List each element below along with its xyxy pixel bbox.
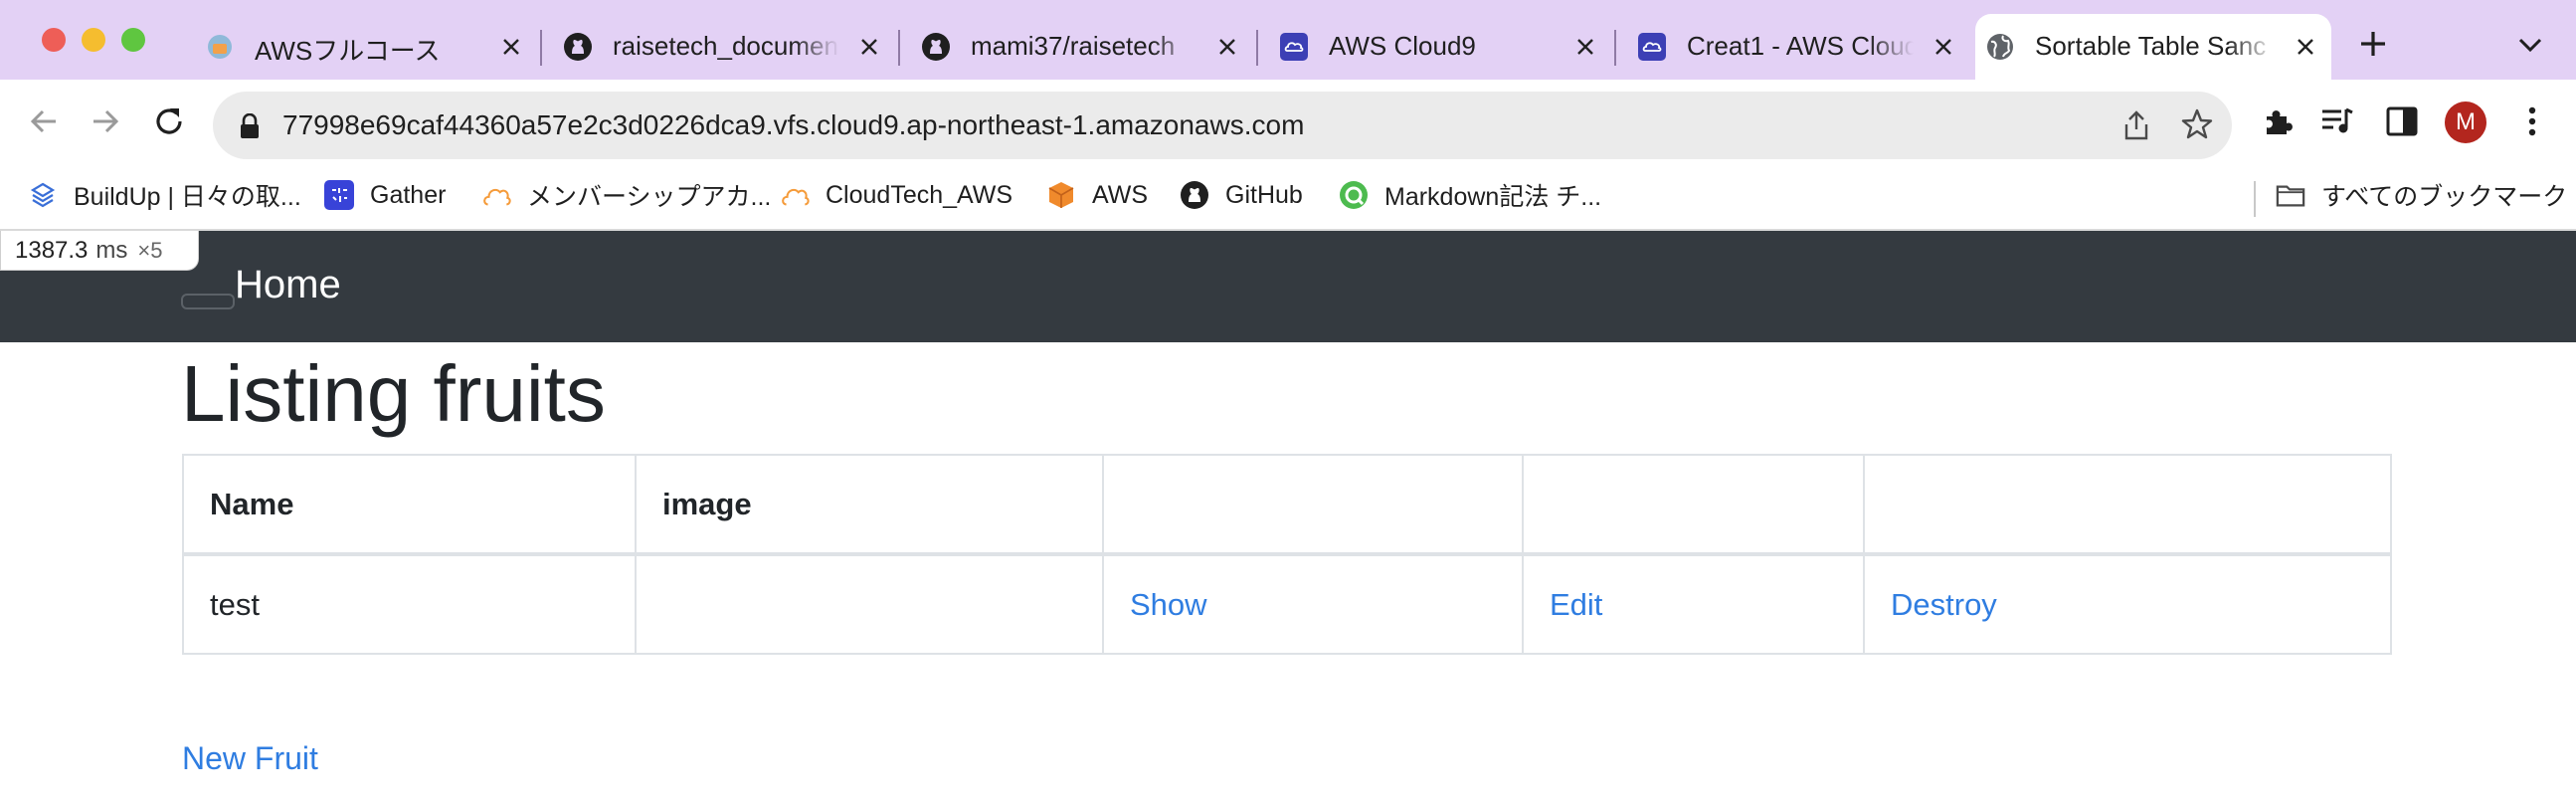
bookmark-item[interactable]: AWS bbox=[1046, 175, 1148, 215]
tab-title: Sortable Table Sanc bbox=[2035, 31, 2267, 61]
close-icon[interactable] bbox=[497, 33, 525, 61]
forward-arrow-icon[interactable] bbox=[86, 101, 125, 141]
cell-edit: Edit bbox=[1522, 553, 1865, 655]
column-header-show bbox=[1102, 454, 1524, 556]
page-title: Listing fruits bbox=[181, 349, 606, 438]
close-icon[interactable] bbox=[855, 33, 883, 61]
close-icon[interactable] bbox=[1571, 33, 1599, 61]
render-timing-badge: 1387.3 ms ×5 bbox=[0, 231, 199, 271]
folder-icon bbox=[2276, 180, 2305, 210]
fruits-table: Name image test Show Edit Destroy bbox=[182, 454, 2392, 655]
timing-value: 1387.3 bbox=[15, 236, 89, 264]
profile-avatar[interactable]: M bbox=[2445, 101, 2486, 143]
destroy-link[interactable]: Destroy bbox=[1891, 587, 1997, 622]
close-icon[interactable] bbox=[1213, 33, 1241, 61]
buildup-icon bbox=[28, 180, 58, 210]
tab-title: AWS Cloud9 bbox=[1329, 31, 1476, 61]
cell-show: Show bbox=[1102, 553, 1524, 655]
close-icon[interactable] bbox=[1930, 33, 1957, 61]
close-icon[interactable] bbox=[2292, 33, 2319, 61]
chevron-down-icon[interactable] bbox=[2514, 32, 2546, 58]
tab-title: AWSフルコース bbox=[255, 36, 441, 66]
browser-tab[interactable]: raisetech_documen bbox=[553, 14, 895, 80]
aws-course-icon bbox=[205, 32, 235, 62]
all-bookmarks-folder[interactable]: すべてのブックマーク bbox=[2276, 175, 2567, 215]
new-fruit-link[interactable]: New Fruit bbox=[182, 740, 318, 777]
column-header-destroy bbox=[1863, 454, 2392, 556]
tab-title: Creat1 - AWS Cloud bbox=[1687, 31, 1914, 61]
github-icon bbox=[1180, 180, 1209, 210]
gather-icon bbox=[324, 180, 354, 210]
bookmark-item[interactable]: Gather bbox=[324, 175, 446, 215]
cell-destroy: Destroy bbox=[1863, 553, 2392, 655]
cell-image bbox=[635, 553, 1104, 655]
table-row: test Show Edit Destroy bbox=[182, 553, 2392, 655]
star-icon[interactable] bbox=[2180, 107, 2214, 146]
column-header-name: Name bbox=[182, 454, 637, 556]
globe-icon bbox=[1985, 32, 2015, 62]
column-header-image: image bbox=[635, 454, 1104, 556]
window-zoom-button[interactable] bbox=[121, 28, 145, 52]
show-link[interactable]: Show bbox=[1130, 587, 1207, 622]
nav-home-link[interactable]: Home bbox=[235, 263, 341, 307]
cloud9-icon bbox=[1637, 32, 1667, 62]
bookmark-item[interactable]: Markdown記法 チ... bbox=[1339, 175, 1601, 215]
cloud9-icon bbox=[1279, 32, 1309, 62]
browser-toolbar: 77998e69caf44360a57e2c3d0226dca9.vfs.clo… bbox=[0, 80, 2576, 167]
browser-tab[interactable]: AWSフルコース bbox=[195, 14, 537, 80]
address-bar[interactable]: 77998e69caf44360a57e2c3d0226dca9.vfs.clo… bbox=[213, 92, 2232, 159]
tab-separator bbox=[1614, 30, 1616, 66]
timing-multiplier: ×5 bbox=[137, 237, 163, 263]
bookmarks-bar: BuildUp | 日々の取... Gather メンバーシップアカ... Cl… bbox=[0, 167, 2576, 231]
url-text[interactable]: 77998e69caf44360a57e2c3d0226dca9.vfs.clo… bbox=[282, 109, 1304, 141]
edit-link[interactable]: Edit bbox=[1550, 587, 1602, 622]
github-icon bbox=[921, 32, 951, 62]
browser-tab[interactable]: mami37/raisetech bbox=[911, 14, 1253, 80]
share-icon[interactable] bbox=[2122, 109, 2150, 146]
tab-strip: AWSフルコース raisetech_documen mami37/raiset… bbox=[0, 0, 2576, 80]
aws-cube-icon bbox=[1046, 180, 1076, 210]
cloud-outline-icon bbox=[780, 180, 810, 210]
browser-tab-active[interactable]: Sortable Table Sanc bbox=[1975, 14, 2331, 80]
cell-name: test bbox=[182, 553, 637, 655]
media-queue-icon[interactable] bbox=[2317, 101, 2357, 141]
table-header-row: Name image bbox=[182, 454, 2392, 556]
side-panel-icon[interactable] bbox=[2382, 101, 2422, 141]
tab-separator bbox=[1256, 30, 1258, 66]
browser-tab[interactable]: AWS Cloud9 bbox=[1269, 14, 1611, 80]
new-tab-plus-icon[interactable] bbox=[2357, 28, 2389, 60]
site-navbar: Home bbox=[0, 231, 2576, 342]
bookmark-item[interactable]: BuildUp | 日々の取... bbox=[28, 175, 301, 215]
window-close-button[interactable] bbox=[42, 28, 66, 52]
extensions-puzzle-icon[interactable] bbox=[2258, 101, 2298, 141]
window-minimize-button[interactable] bbox=[82, 28, 105, 52]
more-vertical-icon[interactable] bbox=[2512, 101, 2552, 141]
tab-title: raisetech_documen bbox=[613, 31, 838, 61]
tab-separator bbox=[540, 30, 542, 66]
tab-title: mami37/raisetech bbox=[971, 31, 1176, 61]
timing-unit: ms bbox=[95, 236, 128, 264]
bookmark-item[interactable]: GitHub bbox=[1180, 175, 1303, 215]
navbar-toggler-button[interactable] bbox=[181, 294, 235, 309]
lock-icon[interactable] bbox=[239, 112, 261, 144]
cloud-outline-icon bbox=[481, 180, 511, 210]
back-arrow-icon[interactable] bbox=[24, 101, 64, 141]
markdown-site-icon bbox=[1339, 180, 1369, 210]
tab-separator bbox=[898, 30, 900, 66]
github-icon bbox=[563, 32, 593, 62]
bookmarks-divider bbox=[2254, 181, 2256, 217]
bookmark-item[interactable]: メンバーシップアカ... bbox=[481, 175, 771, 215]
browser-tab[interactable]: Creat1 - AWS Cloud bbox=[1627, 14, 1969, 80]
column-header-edit bbox=[1522, 454, 1865, 556]
bookmark-item[interactable]: CloudTech_AWS bbox=[780, 175, 1012, 215]
reload-icon[interactable] bbox=[149, 101, 189, 141]
